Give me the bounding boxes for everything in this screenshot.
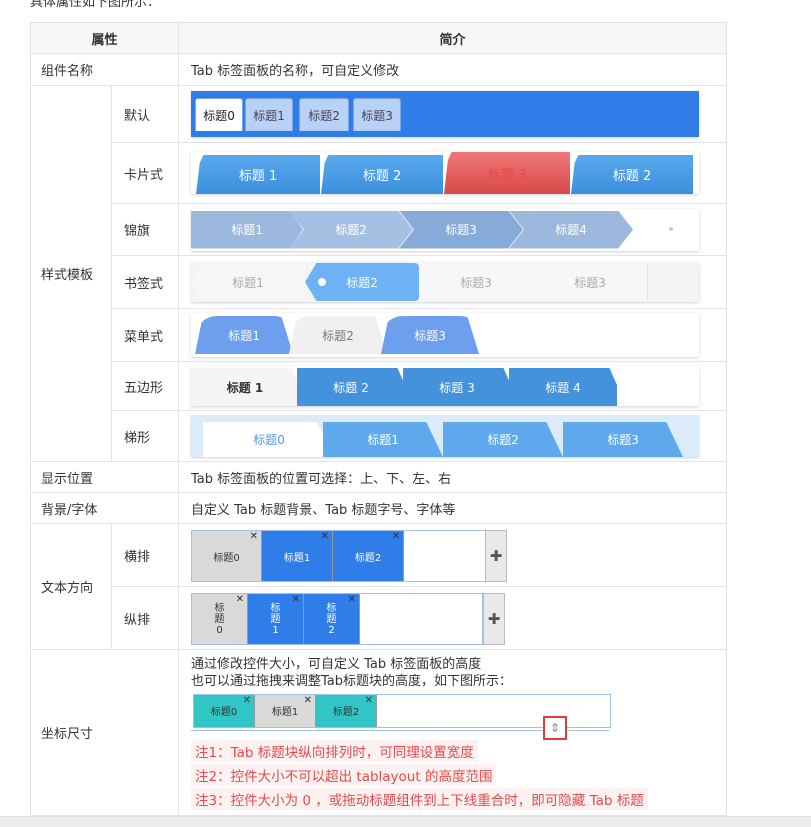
tab-strip: 标题0 ✕ 标题1 ✕ 标题2 ✕ — [191, 530, 508, 582]
tab[interactable]: 标题 2 — [297, 368, 406, 406]
style-pentagon-preview: 标题 1 标题 2 标题 3 标题 4 — [191, 366, 700, 406]
add-tab-button[interactable]: ✚ — [483, 593, 506, 645]
tab-strip: 标 题 0 ✕ 标 题 1 ✕ 标 题 2 ✕ — [191, 593, 484, 645]
tab-label: 标题1 — [283, 552, 311, 564]
style-bookmark-label: 书签式 — [110, 255, 180, 309]
tab[interactable]: 标题 1 — [196, 155, 321, 194]
style-bookmark-preview: 标题1 标题2 标题3 标题3 — [191, 262, 700, 302]
tab-label: 标 题 0 — [214, 602, 225, 636]
row-label-textdir: 文本方向 — [30, 523, 112, 650]
resize-handle-icon[interactable]: ⇕ — [543, 715, 568, 740]
size-desc-line2: 也可以通过拖拽来调整Tab标题块的高度，如下图所示： — [191, 673, 513, 689]
tab[interactable]: 标题4 — [509, 210, 634, 249]
row-label-style: 样式模板 — [30, 85, 112, 462]
style-trapezoid-preview: 标题0 标题1 标题2 标题3 — [191, 415, 700, 457]
close-icon[interactable]: ✕ — [250, 531, 258, 542]
style-card-label: 卡片式 — [110, 142, 180, 204]
tab[interactable]: 标题1 — [195, 316, 294, 354]
tab[interactable]: 标题3 — [381, 316, 480, 354]
tab[interactable]: 标题 4 — [509, 368, 618, 406]
tab[interactable]: 标题1 — [323, 422, 444, 457]
tab[interactable]: 标题0 ✕ — [194, 694, 256, 727]
tab[interactable]: 标题1 — [245, 98, 294, 131]
add-tab-button[interactable]: ✚ — [485, 530, 508, 582]
tab[interactable]: 标题 3 — [403, 368, 512, 406]
row-desc-position: Tab 标签面板的位置可选择：上、下、左、右 — [178, 461, 728, 493]
tab[interactable]: 标题2 ✕ — [316, 694, 378, 727]
header-description: 简介 — [178, 22, 728, 54]
textdir-vertical-label: 纵排 — [110, 586, 180, 650]
intro-text: 具体属性如下图所示： — [30, 0, 161, 10]
tab[interactable]: 标题0 — [195, 98, 244, 131]
tab[interactable]: 标题1 — [191, 210, 304, 249]
tab-label: 标 题 2 — [326, 602, 337, 636]
tab[interactable]: 标题 2 — [571, 155, 694, 194]
note-2: 注2：控件大小不可以超出 tablayout 的高度范围 — [191, 763, 497, 786]
close-icon[interactable]: ✕ — [348, 594, 356, 605]
row-desc-name: Tab 标签面板的名称，可自定义修改 — [178, 53, 728, 86]
bottom-bar — [0, 816, 811, 827]
tab[interactable]: 标题0 ✕ — [192, 531, 263, 581]
tab[interactable]: 标 题 1 ✕ — [248, 594, 305, 644]
tab[interactable]: 标题1 ✕ — [255, 694, 317, 727]
tab[interactable]: 标题3 — [419, 263, 535, 301]
tab-label: 标题0 — [213, 552, 240, 564]
note-1: 注1：Tab 标题块纵向排列时，可同理设置宽度 — [191, 739, 478, 762]
style-menu-preview: 标题1 标题2 标题3 — [191, 313, 700, 357]
tab[interactable]: 标 题 0 ✕ — [192, 594, 249, 644]
style-default-preview: 标题0 标题1 标题2 标题3 — [191, 91, 700, 137]
row-label-name: 组件名称 — [29, 53, 180, 86]
size-desc-line1: 通过修改控件大小，可自定义 Tab 标签面板的高度 — [191, 656, 482, 672]
property-table: 属性 简介 组件名称 Tab 标签面板的名称，可自定义修改 样式模板 默认 标题… — [29, 22, 728, 816]
tab[interactable]: 标题2 — [299, 98, 350, 131]
close-icon[interactable]: ✕ — [243, 695, 251, 706]
style-menu-label: 菜单式 — [110, 308, 180, 362]
tab[interactable]: 标题2 — [443, 422, 564, 457]
tab[interactable]: 标题 1 — [191, 368, 300, 406]
size-preview: 标题0 ✕ 标题1 ✕ 标题2 ✕ ⇕ — [191, 690, 612, 740]
tab[interactable]: 标题 2 — [321, 155, 444, 194]
tab[interactable]: 标 题 2 ✕ — [304, 594, 361, 644]
dot-icon — [669, 226, 674, 231]
tab[interactable]: 标题0 — [203, 422, 336, 457]
style-pentagon-label: 五边形 — [110, 361, 180, 411]
tab[interactable]: 标题3 — [399, 210, 524, 249]
style-trapezoid-label: 梯形 — [110, 410, 180, 462]
style-card-preview: 标题 1 标题 2 标题 3 标题 2 — [191, 152, 700, 194]
textdir-vertical-preview: 标 题 0 ✕ 标 题 1 ✕ 标 题 2 ✕ ✚ — [191, 593, 726, 645]
style-flag-preview: 标题1 标题2 标题3 标题4 — [191, 208, 700, 251]
tab[interactable]: 标题 3 — [444, 152, 571, 194]
note-3: 注3：控件大小为 0 ，或拖动标题组件到上下线重合时，即可隐藏 Tab 标题 — [191, 787, 648, 810]
tab-label: 标题1 — [271, 707, 299, 718]
tab[interactable]: 标题3 — [533, 263, 649, 301]
tab-label: 标 题 1 — [270, 602, 281, 636]
row-label-position: 显示位置 — [29, 461, 180, 493]
tab-label: 标题0 — [210, 707, 238, 718]
close-icon[interactable]: ✕ — [365, 695, 373, 706]
tab[interactable]: 标题2 — [289, 210, 414, 249]
tab[interactable]: 标题3 — [353, 98, 402, 131]
row-label-size: 坐标尺寸 — [29, 649, 180, 816]
tab[interactable]: 标题2 ✕ — [333, 531, 405, 581]
textdir-horizontal-preview: 标题0 ✕ 标题1 ✕ 标题2 ✕ ✚ — [191, 530, 726, 582]
header-property: 属性 — [29, 22, 180, 54]
close-icon[interactable]: ✕ — [292, 594, 300, 605]
tab[interactable]: 标题2 — [289, 316, 388, 354]
row-label-bgfont: 背景/字体 — [29, 492, 180, 524]
close-icon[interactable]: ✕ — [392, 531, 400, 542]
style-flag-label: 锦旗 — [110, 203, 180, 256]
tab[interactable]: 标题1 — [191, 263, 306, 301]
tab[interactable]: 标题3 — [563, 422, 684, 457]
dot-icon — [318, 278, 327, 286]
style-default-label: 默认 — [110, 85, 180, 143]
row-desc-bgfont: 自定义 Tab 标题背景、Tab 标题字号、字体等 — [178, 492, 728, 524]
close-icon[interactable]: ✕ — [304, 695, 312, 706]
tab-label: 标题2 — [332, 707, 360, 718]
close-icon[interactable]: ✕ — [321, 531, 329, 542]
tab-label: 标题2 — [354, 552, 382, 564]
tab[interactable]: 标题1 ✕ — [262, 531, 334, 581]
close-icon[interactable]: ✕ — [236, 594, 244, 605]
textdir-horizontal-label: 横排 — [110, 523, 180, 587]
